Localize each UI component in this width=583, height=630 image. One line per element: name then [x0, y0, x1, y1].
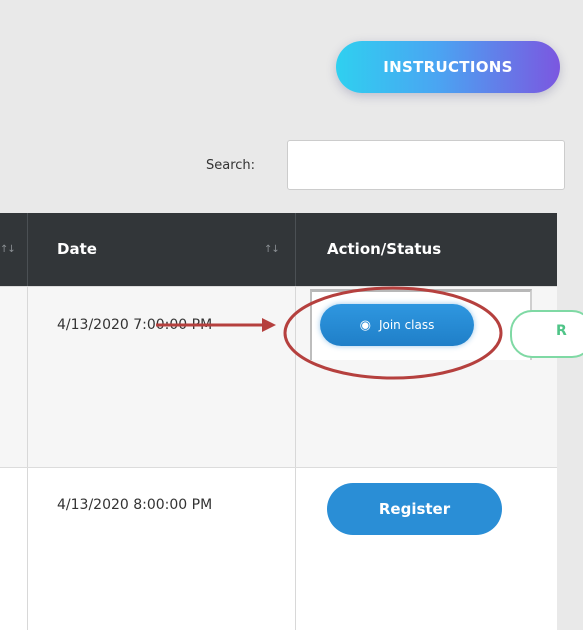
join-class-button[interactable]: ◉ Join class	[320, 304, 474, 346]
table-header: ↑↓ Date ↑↓ Action/Status	[0, 213, 557, 286]
secondary-action-button[interactable]: R	[510, 310, 583, 358]
column-divider	[295, 213, 296, 286]
user-icon: ◉	[359, 317, 371, 333]
page: INSTRUCTIONS Search: ↑↓ Date ↑↓ Action/S…	[0, 0, 583, 630]
join-class-frame: ◉ Join class	[310, 289, 532, 360]
column-header-action-status: Action/Status	[327, 240, 442, 258]
search-input[interactable]	[287, 140, 565, 190]
table-row: 4/13/2020 7:00:00 PM ◉ Join class R	[0, 286, 583, 468]
join-class-label: Join class	[378, 318, 435, 332]
column-divider	[27, 468, 28, 630]
column-divider	[27, 213, 28, 286]
column-header-date[interactable]: Date	[57, 213, 97, 286]
table-row: 4/13/2020 8:00:00 PM Register	[0, 467, 557, 630]
sort-icon[interactable]: ↑↓	[264, 213, 280, 286]
date-cell: 4/13/2020 7:00:00 PM	[57, 317, 213, 333]
date-cell: 4/13/2020 8:00:00 PM	[57, 497, 213, 513]
secondary-action-label: R	[556, 323, 567, 339]
column-divider	[295, 468, 296, 630]
instructions-button[interactable]: INSTRUCTIONS	[336, 41, 560, 93]
classes-table: ↑↓ Date ↑↓ Action/Status 4/13/2020 7:00:…	[0, 213, 583, 630]
search-label: Search:	[206, 158, 256, 173]
sort-icon[interactable]: ↑↓	[0, 213, 16, 286]
column-divider	[295, 287, 296, 468]
register-button[interactable]: Register	[327, 483, 502, 535]
column-divider	[27, 287, 28, 468]
